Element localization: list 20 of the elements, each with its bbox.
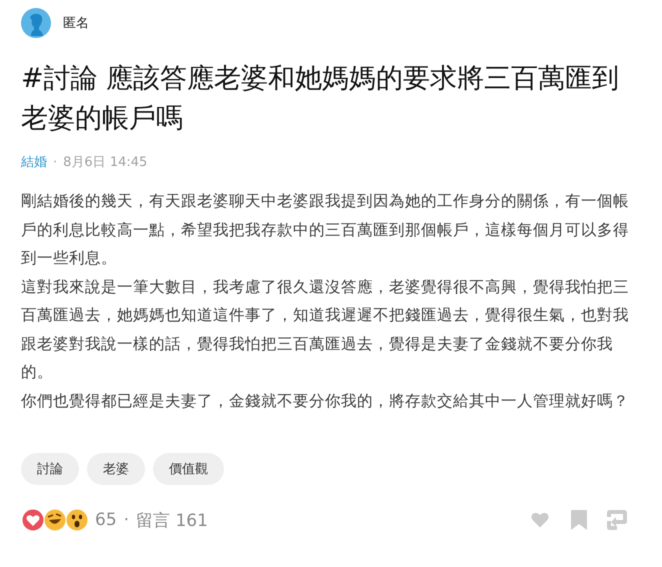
body-paragraph: 你們也覺得都已經是夫妻了，金錢就不要分你我的，將存款交給其中一人管理就好嗎？ bbox=[21, 390, 629, 412]
heart-reaction-icon bbox=[21, 508, 45, 532]
like-heart-icon[interactable] bbox=[529, 510, 551, 530]
post-title: #討論 應該答應老婆和她媽媽的要求將三百萬匯到老婆的帳戶嗎 bbox=[21, 62, 620, 136]
body-paragraph: 剛結婚後的幾天，有天跟老婆聊天中老婆跟我提到因為她的工作身分的關係，有一個帳戶的利息比較高一點，希望我把我存款中的三百萬匯到那個帳戶，這樣每個月可以多得到一些利息。 bbox=[21, 191, 629, 269]
topic-tag[interactable]: 價值觀 bbox=[153, 453, 224, 485]
surprised-face-icon bbox=[65, 508, 89, 532]
separator: · bbox=[53, 154, 58, 170]
separator: · bbox=[124, 510, 130, 530]
laughing-face-icon bbox=[43, 508, 67, 532]
body-paragraph: 這對我來說是一筆大數目，我考慮了很久還沒答應，老婆覺得很不高興，覺得我怕把三百萬匯過去，她媽媽也知道這件事了，知道我遲遲不把錢匯過去，覺得很生氣，也對我跟老婆對我說一樣的話，覺得我怕把三百萬匯過去，覺得是夫妻了金錢就不要分你我的。 bbox=[21, 276, 629, 383]
avatar-icon bbox=[21, 8, 51, 38]
post-date: 8月6日 14:45 bbox=[63, 154, 148, 171]
comment-count[interactable]: 留言 161 bbox=[136, 508, 208, 532]
topic-tag[interactable]: 老婆 bbox=[87, 453, 145, 485]
bookmark-icon[interactable] bbox=[571, 510, 587, 530]
topic-tag[interactable]: 討論 bbox=[21, 453, 79, 485]
repost-icon[interactable] bbox=[607, 510, 627, 530]
author-name[interactable]: 匿名 bbox=[63, 14, 89, 32]
reaction-count: 65 bbox=[95, 510, 117, 530]
